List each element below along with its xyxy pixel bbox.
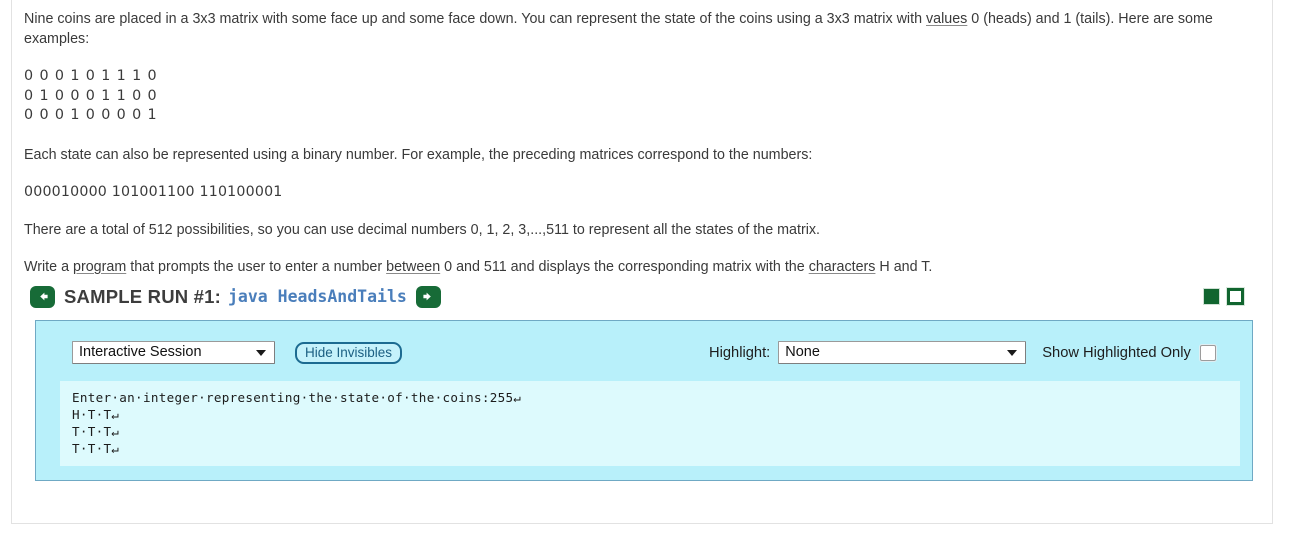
spellcheck-word-program: program bbox=[73, 259, 127, 275]
possibilities-paragraph: There are a total of 512 possibilities, … bbox=[24, 221, 821, 238]
session-select-wrapper: Interactive Session bbox=[48, 341, 275, 364]
hide-invisibles-button[interactable]: Hide Invisibles bbox=[295, 341, 403, 364]
arrow-right-icon[interactable] bbox=[415, 285, 441, 308]
terminal-line: T·T·T↵ bbox=[72, 441, 120, 457]
example-matrix-block: 0 0 0 1 0 1 1 1 0 0 1 0 0 0 1 1 0 0 0 0 … bbox=[24, 67, 1251, 126]
matrix-row: 0 0 0 1 0 0 0 0 1 bbox=[24, 107, 158, 123]
highlight-select[interactable]: None bbox=[778, 341, 1027, 364]
arrow-left-icon[interactable] bbox=[30, 285, 55, 308]
sample-run-indicators bbox=[1203, 287, 1251, 306]
filled-square-indicator[interactable] bbox=[1203, 288, 1220, 305]
highlight-select-wrapper: None bbox=[778, 341, 1027, 364]
page-frame: Nine coins are placed in a 3x3 matrix wi… bbox=[11, 0, 1273, 524]
open-square-indicator[interactable] bbox=[1226, 287, 1245, 306]
task-part-c: 0 and 511 and displays the corresponding… bbox=[440, 259, 809, 275]
intro-paragraph: Nine coins are placed in a 3x3 matrix wi… bbox=[24, 10, 1251, 49]
panel-controls-row: Interactive Session Hide Invisibles High… bbox=[48, 341, 1240, 365]
task-part-b: that prompts the user to enter a number bbox=[126, 259, 387, 275]
terminal-output[interactable]: Enter·an·integer·representing·the·state·… bbox=[60, 380, 1240, 466]
terminal-line: Enter·an·integer·representing·the·state·… bbox=[72, 389, 522, 405]
show-highlighted-only-label: Show Highlighted Only bbox=[1042, 344, 1191, 361]
sample-run-panel: Interactive Session Hide Invisibles High… bbox=[35, 319, 1253, 481]
show-highlighted-only-checkbox[interactable] bbox=[1199, 344, 1216, 361]
spellcheck-word-between: between bbox=[386, 259, 441, 275]
intro-paragraph-part-1: Nine coins are placed in a 3x3 matrix wi… bbox=[24, 11, 926, 27]
matrix-row: 0 0 0 1 0 1 1 1 0 bbox=[24, 68, 158, 84]
terminal-line: H·T·T↵ bbox=[72, 406, 120, 422]
task-part-d: H and T. bbox=[875, 259, 933, 275]
task-paragraph: Write a program that prompts the user to… bbox=[24, 258, 1251, 278]
terminal-line: T·T·T↵ bbox=[72, 423, 120, 439]
binary-explanation-paragraph: Each state can also be represented using… bbox=[24, 146, 813, 163]
document-content: Nine coins are placed in a 3x3 matrix wi… bbox=[12, 0, 1272, 481]
highlight-label: Highlight: bbox=[709, 344, 771, 361]
task-part-a: Write a bbox=[24, 259, 73, 275]
sample-run-header: SAMPLE RUN #1: java HeadsAndTails bbox=[30, 284, 1251, 310]
session-select[interactable]: Interactive Session bbox=[72, 341, 275, 364]
spellcheck-word-characters: characters bbox=[808, 259, 876, 275]
sample-run-title: SAMPLE RUN #1: bbox=[64, 285, 221, 307]
matrix-row: 0 1 0 0 0 1 1 0 0 bbox=[24, 87, 158, 104]
highlight-controls-group: Highlight: None Show Highlighted Only bbox=[709, 341, 1216, 364]
spellcheck-word-values: values bbox=[926, 11, 968, 27]
sample-run-command: java HeadsAndTails bbox=[228, 287, 407, 306]
binary-numbers-line: 000010000 101001100 110100001 bbox=[24, 184, 283, 200]
